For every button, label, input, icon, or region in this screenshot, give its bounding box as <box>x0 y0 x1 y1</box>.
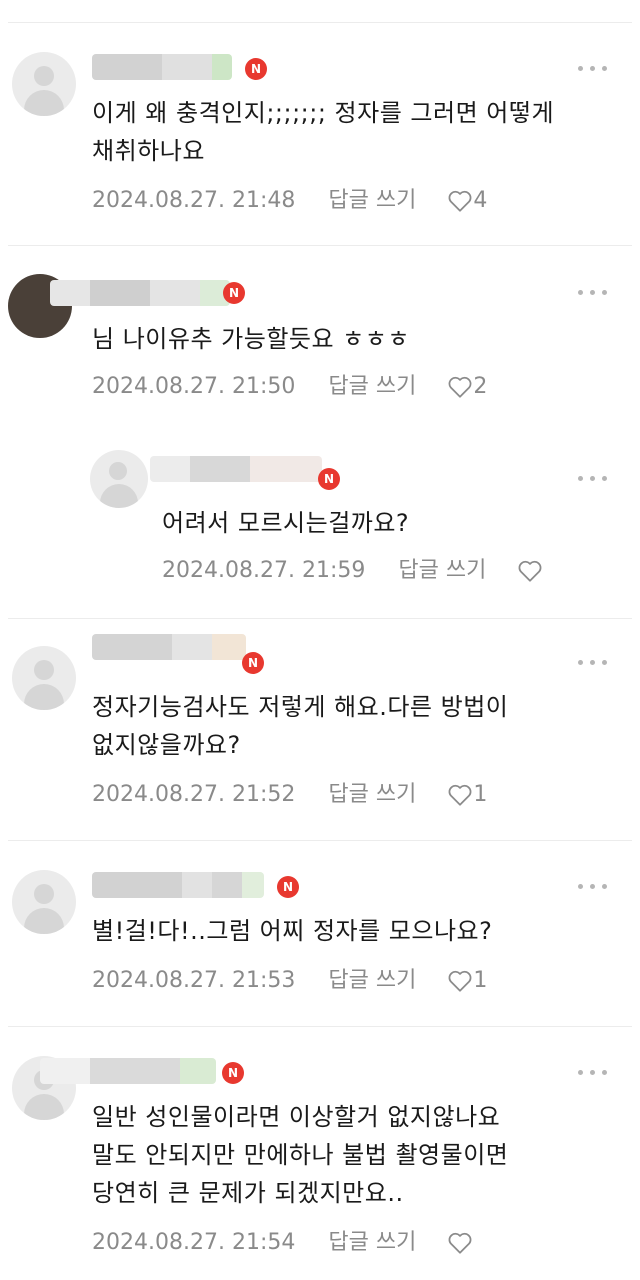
like-button[interactable] <box>517 556 543 586</box>
like-count: 2 <box>473 374 488 399</box>
comment-text: 일반 성인물이라면 이상할거 없지않나요 말도 안되지만 만에하나 불법 촬영물… <box>92 1103 509 1207</box>
nickname-blurred[interactable] <box>92 872 264 898</box>
heart-icon <box>448 784 472 806</box>
more-options-icon[interactable] <box>578 474 608 484</box>
new-badge: N <box>277 876 299 898</box>
like-button[interactable]: 1 <box>447 966 487 996</box>
reply-button[interactable]: 답글 쓰기 <box>328 780 416 810</box>
heart-icon <box>448 1232 472 1254</box>
divider <box>8 245 632 246</box>
comment-meta: 2024.08.27. 21:50 답글 쓰기 2 <box>92 372 487 402</box>
comment-text: 정자기능검사도 저렇게 해요.다른 방법이 없지않을까요? <box>92 693 509 759</box>
like-count: 1 <box>473 782 488 807</box>
avatar[interactable] <box>12 870 76 934</box>
new-badge: N <box>223 282 245 304</box>
comment-text: 님 나이유추 가능할듯요 ㅎㅎㅎ <box>92 325 410 353</box>
comment-text: 이게 왜 충격인지;;;;;;; 정자를 그러면 어떻게 채취하나요 <box>92 99 555 165</box>
nickname-blurred[interactable] <box>92 634 246 660</box>
like-count: 4 <box>473 188 488 213</box>
like-count: 1 <box>473 968 488 993</box>
comment-meta: 2024.08.27. 21:52 답글 쓰기 1 <box>92 780 487 810</box>
comment-list: N 이게 왜 충격인지;;;;;;; 정자를 그러면 어떻게 채취하나요 202… <box>0 0 640 1280</box>
comment-date: 2024.08.27. 21:50 <box>92 374 296 399</box>
comment-date: 2024.08.27. 21:53 <box>92 968 296 993</box>
avatar[interactable] <box>12 646 76 710</box>
comment-date: 2024.08.27. 21:54 <box>92 1230 296 1255</box>
heart-icon <box>448 376 472 398</box>
comment-date: 2024.08.27. 21:52 <box>92 782 296 807</box>
reply-button[interactable]: 답글 쓰기 <box>328 186 416 216</box>
more-options-icon[interactable] <box>578 288 608 298</box>
comment-meta: 2024.08.27. 21:59 답글 쓰기 <box>162 556 543 586</box>
divider <box>8 1026 632 1027</box>
comment-date: 2024.08.27. 21:48 <box>92 188 296 213</box>
comment-text: 별!걸!다!..그럼 어찌 정자를 모으나요? <box>92 917 493 945</box>
comment-meta: 2024.08.27. 21:54 답글 쓰기 <box>92 1228 473 1258</box>
reply-button[interactable]: 답글 쓰기 <box>328 372 416 402</box>
comment-date: 2024.08.27. 21:59 <box>162 558 366 583</box>
nickname-blurred[interactable] <box>92 54 232 80</box>
like-button[interactable]: 1 <box>447 780 487 810</box>
reply-button[interactable]: 답글 쓰기 <box>328 1228 416 1258</box>
nickname-blurred[interactable] <box>40 1058 216 1084</box>
new-badge: N <box>318 468 340 490</box>
divider <box>8 618 632 619</box>
like-button[interactable] <box>447 1228 473 1258</box>
heart-icon <box>518 560 542 582</box>
divider <box>8 840 632 841</box>
like-button[interactable]: 2 <box>447 372 487 402</box>
more-options-icon[interactable] <box>578 64 608 74</box>
like-button[interactable]: 4 <box>447 186 487 216</box>
heart-icon <box>448 190 472 212</box>
reply-button[interactable]: 답글 쓰기 <box>398 556 486 586</box>
reply-button[interactable]: 답글 쓰기 <box>328 966 416 996</box>
comment-meta: 2024.08.27. 21:53 답글 쓰기 1 <box>92 966 487 996</box>
comment-text: 어려서 모르시는걸까요? <box>162 509 410 537</box>
new-badge: N <box>222 1062 244 1084</box>
nickname-blurred[interactable] <box>150 456 322 482</box>
divider <box>8 22 632 23</box>
nickname-blurred[interactable] <box>50 280 230 306</box>
avatar[interactable] <box>12 52 76 116</box>
new-badge: N <box>242 652 264 674</box>
avatar[interactable] <box>90 450 148 508</box>
more-options-icon[interactable] <box>578 658 608 668</box>
more-options-icon[interactable] <box>578 882 608 892</box>
new-badge: N <box>245 58 267 80</box>
more-options-icon[interactable] <box>578 1068 608 1078</box>
heart-icon <box>448 970 472 992</box>
comment-meta: 2024.08.27. 21:48 답글 쓰기 4 <box>92 186 487 216</box>
